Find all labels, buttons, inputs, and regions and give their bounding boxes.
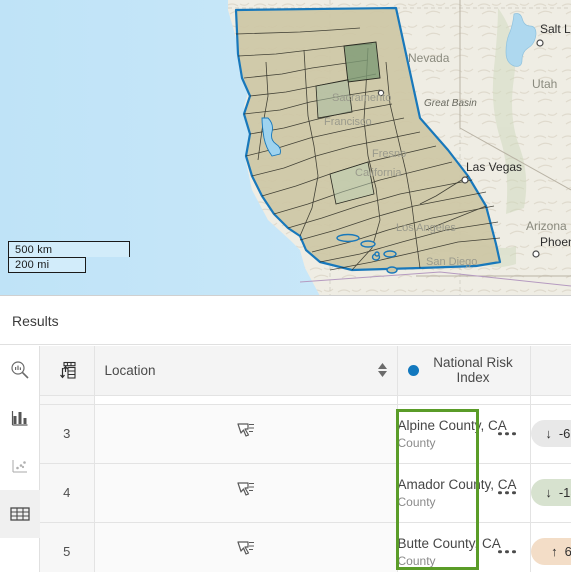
table-header-row: Location National Risk Index — [40, 346, 571, 396]
map-label-california: California — [355, 167, 402, 179]
row-nri: ↑ 6 — [530, 522, 571, 572]
nri-value: -13 — [558, 485, 571, 500]
row-select-cell — [94, 395, 398, 405]
row-location[interactable]: Amador County, CA County — [397, 463, 531, 523]
row-nri: ↓ -13 — [530, 463, 571, 523]
chevron-down-icon — [377, 371, 387, 378]
row-select-feature-button[interactable] — [94, 463, 398, 523]
location-subtype: County — [397, 494, 436, 509]
nri-value: -67 — [558, 426, 571, 441]
bar-chart-icon — [11, 411, 28, 426]
row-actions-menu-icon[interactable] — [498, 431, 516, 436]
explore-magnifier-icon-button[interactable] — [0, 346, 40, 394]
map-label-fresno: Fresno — [372, 148, 406, 160]
table-row-partial — [40, 395, 571, 405]
row-location[interactable]: Butte County, CA County — [397, 522, 531, 572]
map-label-phoen: Phoen — [540, 235, 571, 249]
table-icon — [10, 507, 30, 521]
select-polygon-icon — [236, 423, 254, 437]
highlighted-county-polygon — [343, 41, 381, 83]
sort-rows-icon — [59, 362, 76, 379]
row-location-cell — [397, 395, 531, 405]
row-select-feature-button[interactable] — [94, 404, 398, 464]
column-header-location-label: Location — [104, 362, 156, 378]
scalebar-mi-row: 200 mi — [8, 257, 86, 273]
status-badge: ↓ -13 — [530, 479, 571, 506]
blue-dot-icon — [407, 364, 419, 376]
table-icon-button[interactable] — [0, 490, 40, 538]
explore-magnifier-icon — [11, 361, 29, 379]
column-header-location[interactable]: Location — [94, 346, 398, 396]
trend-arrow-icon: ↓ — [545, 485, 552, 500]
column-header-national-risk-index[interactable]: National Risk Index — [397, 346, 531, 396]
map-scalebar: 500 km 200 mi — [8, 241, 130, 273]
scatter-plot-icon-button[interactable] — [0, 442, 40, 490]
map-viewport[interactable]: Nevada Great Basin Utah Salt L Las Vegas Ariz… — [0, 0, 571, 296]
select-polygon-icon — [236, 541, 254, 555]
nri-value: 6 — [564, 544, 571, 559]
map-label-great-basin: Great Basin — [424, 98, 477, 109]
sort-toggle-icon[interactable] — [377, 363, 387, 378]
results-table: Location National Risk Index 3 Alpine Co… — [40, 346, 571, 572]
scalebar-mi-label: 200 mi — [15, 259, 50, 271]
location-subtype: County — [397, 435, 436, 450]
table-header: Location National Risk Index — [40, 346, 571, 396]
row-nri: ↓ -67 — [530, 404, 571, 464]
page-title: Results — [12, 312, 59, 329]
map-label-francisco: Francisco — [324, 116, 372, 128]
view-switcher-rail[interactable] — [0, 346, 40, 572]
status-badge: ↓ -67 — [530, 420, 571, 447]
column-header-nri-label: National Risk Index — [433, 355, 513, 386]
row-select-feature-button[interactable] — [94, 522, 398, 572]
map-label-arizona: Arizona — [526, 219, 567, 233]
row-actions-menu-icon[interactable] — [498, 490, 516, 495]
row-location[interactable]: Alpine County, CA County — [397, 404, 531, 464]
chevron-up-icon — [377, 363, 387, 370]
results-table-container[interactable]: Location National Risk Index 3 Alpine Co… — [40, 346, 571, 572]
map-label-san-diego: San Diego — [426, 256, 477, 268]
bar-chart-icon-button[interactable] — [0, 394, 40, 442]
trend-arrow-icon: ↑ — [551, 544, 558, 559]
column-header-sort[interactable] — [40, 346, 95, 396]
table-row[interactable]: 4 Amador County, CA County ↓ -1 — [40, 463, 571, 523]
trend-arrow-icon: ↓ — [545, 426, 552, 441]
map-label-los-angeles: Los Angeles — [396, 222, 456, 234]
row-index-cell — [40, 395, 95, 405]
column-header-spacer — [530, 346, 571, 396]
scatter-plot-icon — [12, 460, 27, 473]
status-badge: ↑ 6 — [530, 538, 571, 565]
map-label-utah: Utah — [532, 77, 557, 91]
map-label-nevada: Nevada — [408, 51, 450, 65]
select-polygon-icon — [236, 482, 254, 496]
map-label-las-vegas: Las Vegas — [466, 160, 522, 174]
location-subtype: County — [397, 553, 436, 568]
row-index: 5 — [40, 522, 95, 572]
scalebar-km-row: 500 km — [8, 241, 130, 257]
scalebar-km-label: 500 km — [15, 243, 53, 256]
table-row[interactable]: 3 Alpine County, CA County ↓ -6 — [40, 404, 571, 464]
application-root: Nevada Great Basin Utah Salt L Las Vegas Ariz… — [0, 0, 571, 572]
map-label-sacramento: Sacramento — [332, 92, 391, 104]
table-row[interactable]: 5 Butte County, CA County ↑ 6 — [40, 522, 571, 572]
map-label-salt-l: Salt L — [540, 22, 571, 36]
table-body: 3 Alpine County, CA County ↓ -6 4 Amador… — [40, 395, 571, 572]
row-actions-menu-icon[interactable] — [498, 549, 516, 554]
results-header: Results — [0, 297, 571, 345]
row-index: 3 — [40, 404, 95, 464]
row-nri-cell — [530, 395, 571, 405]
row-index: 4 — [40, 463, 95, 523]
